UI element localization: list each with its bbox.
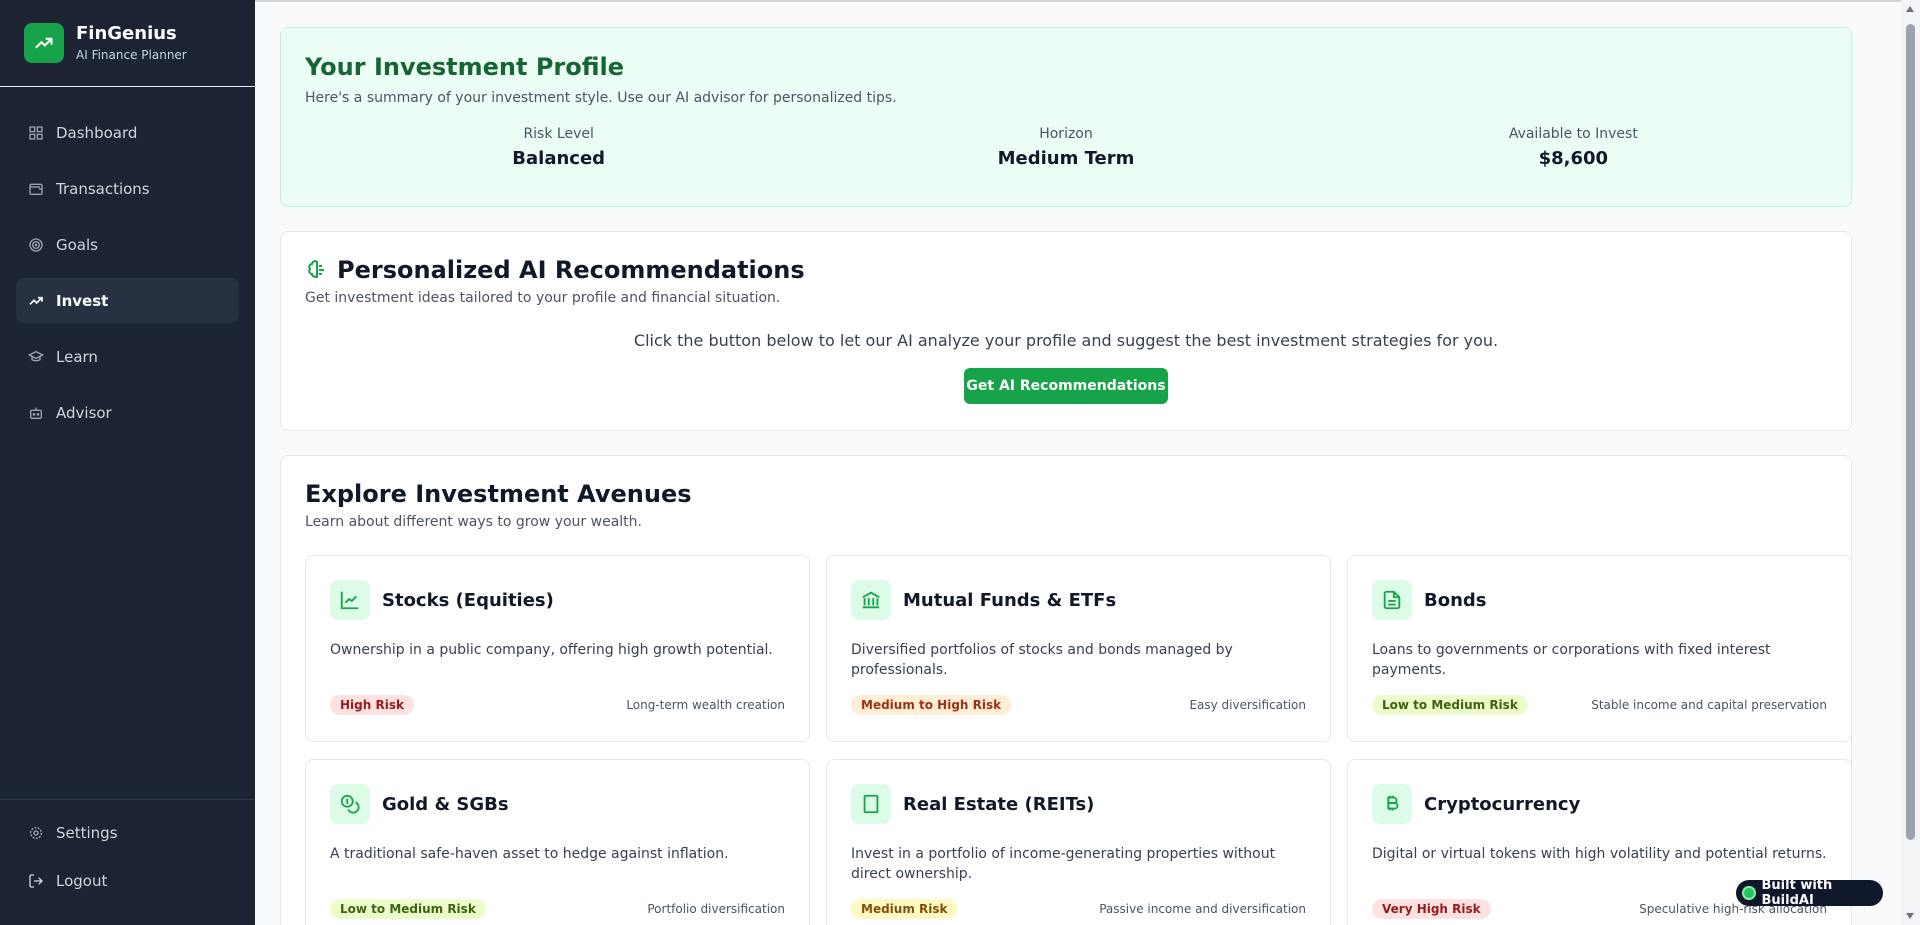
built-with-badge[interactable]: Built with BuildAI	[1736, 878, 1883, 908]
logout-label: Logout	[56, 871, 108, 890]
profile-stats: Risk Level Balanced Horizon Medium Term …	[305, 124, 1827, 169]
graduation-cap-icon	[28, 350, 44, 361]
sidebar-nav: Dashboard Transactions Goals Invest Lear…	[16, 110, 239, 446]
brain-icon	[308, 260, 324, 278]
avenue-description: A traditional safe-haven asset to hedge …	[330, 846, 729, 862]
sidebar-item-advisor[interactable]: Advisor	[16, 390, 239, 435]
gear-icon	[30, 826, 42, 839]
stat-available-to-invest: Available to Invest $8,600	[1320, 124, 1827, 169]
avenue-name: Stocks (Equities)	[382, 589, 554, 611]
avenue-description: Loans to governments or corporations wit…	[1372, 642, 1771, 678]
bot-icon	[30, 407, 42, 419]
stat-risk-level: Risk Level Balanced	[305, 124, 812, 169]
brand-subtitle: AI Finance Planner	[76, 48, 187, 62]
avenue-card-gold[interactable]: Gold & SGBs A traditional safe-haven ass…	[305, 759, 810, 925]
risk-badge: High Risk	[330, 695, 414, 715]
stat-value: Balanced	[512, 148, 606, 169]
sidebar-item-dashboard[interactable]: Dashboard	[16, 110, 239, 155]
profile-title: Your Investment Profile	[305, 53, 625, 81]
risk-badge: Medium to High Risk	[851, 695, 1012, 715]
stat-value: $8,600	[1538, 148, 1609, 169]
avenues-subtitle: Learn about different ways to grow your …	[305, 514, 642, 530]
sidebar-item-label: Dashboard	[56, 123, 138, 142]
avenue-description: Diversified portfolios of stocks and bon…	[851, 642, 1233, 678]
chart-icon	[340, 591, 359, 610]
avenue-note: Portfolio diversification	[647, 902, 785, 916]
sidebar-item-label: Invest	[56, 291, 109, 310]
target-icon	[29, 237, 43, 252]
scrollbar-thumb[interactable]	[1906, 24, 1915, 840]
avenue-card-mutual-funds[interactable]: Mutual Funds & ETFs Diversified portfoli…	[826, 555, 1331, 742]
logout-button[interactable]: Logout	[16, 858, 239, 903]
coins-icon	[340, 794, 360, 814]
avenue-description: Digital or virtual tokens with high vola…	[1372, 846, 1827, 862]
scroll-up-arrow[interactable]	[1906, 6, 1914, 12]
recommendations-subtitle: Get investment ideas tailored to your pr…	[305, 290, 781, 306]
buildai-logo-icon	[1742, 886, 1756, 900]
risk-badge: Low to Medium Risk	[330, 899, 486, 919]
sidebar-item-label: Transactions	[56, 179, 150, 198]
investment-avenues-card: Explore Investment Avenues Learn about d…	[280, 455, 1852, 925]
ai-recommendations-card: Personalized AI Recommendations Get inve…	[280, 231, 1852, 431]
avenue-card-stocks[interactable]: Stocks (Equities) Ownership in a public …	[305, 555, 810, 742]
sidebar-item-learn[interactable]: Learn	[16, 334, 239, 379]
sidebar-item-invest[interactable]: Invest	[16, 278, 239, 323]
avenue-description: Invest in a portfolio of income-generati…	[851, 846, 1276, 882]
grid-icon	[29, 125, 43, 140]
avenue-note: Stable income and capital preservation	[1591, 698, 1827, 712]
recommendations-prompt: Click the button below to let our AI ana…	[633, 331, 1499, 350]
sidebar: FinGenius AI Finance Planner Dashboard T…	[0, 0, 255, 925]
avenues-title: Explore Investment Avenues	[305, 480, 692, 508]
avenue-description: Ownership in a public company, offering …	[330, 642, 773, 658]
avenue-note: Long-term wealth creation	[626, 698, 785, 712]
sidebar-item-transactions[interactable]: Transactions	[16, 166, 239, 211]
stat-label: Risk Level	[523, 126, 594, 142]
wallet-icon	[29, 183, 43, 195]
built-with-label: Built with BuildAI	[1761, 878, 1833, 908]
risk-badge: Low to Medium Risk	[1372, 695, 1528, 715]
stat-label: Horizon	[1039, 126, 1093, 142]
investment-profile-card: Your Investment Profile Here's a summary…	[280, 27, 1852, 207]
stat-horizon: Horizon Medium Term	[812, 124, 1319, 169]
avenue-name: Cryptocurrency	[1424, 793, 1581, 815]
sidebar-footer: Settings Logout	[0, 799, 255, 925]
sidebar-item-label: Learn	[56, 347, 98, 366]
stat-value: Medium Term	[997, 148, 1135, 169]
trending-up-icon	[24, 23, 64, 63]
logout-icon	[29, 873, 43, 888]
document-icon	[1383, 590, 1401, 610]
page-scrollbar[interactable]	[1901, 0, 1920, 925]
settings-label: Settings	[56, 823, 118, 842]
trending-up-icon	[29, 296, 43, 305]
avenue-card-bonds[interactable]: Bonds Loans to governments or corporatio…	[1347, 555, 1852, 742]
landmark-icon	[862, 591, 880, 609]
main-content: Your Investment Profile Here's a summary…	[255, 0, 1901, 925]
avenue-name: Real Estate (REITs)	[903, 793, 1095, 815]
sidebar-item-goals[interactable]: Goals	[16, 222, 239, 267]
building-icon	[863, 794, 879, 814]
bitcoin-icon	[1387, 795, 1399, 811]
avenue-card-real-estate[interactable]: Real Estate (REITs) Invest in a portfoli…	[826, 759, 1331, 925]
avenue-name: Bonds	[1424, 589, 1487, 611]
brand-header: FinGenius AI Finance Planner	[0, 0, 255, 87]
scroll-down-arrow[interactable]	[1906, 913, 1914, 919]
sidebar-item-label: Goals	[56, 235, 98, 254]
risk-badge: Very High Risk	[1372, 899, 1491, 919]
brand-name: FinGenius	[76, 23, 177, 44]
stat-label: Available to Invest	[1508, 126, 1638, 142]
avenue-name: Gold & SGBs	[382, 793, 509, 815]
sidebar-item-label: Advisor	[56, 403, 112, 422]
profile-subtitle: Here's a summary of your investment styl…	[305, 90, 897, 106]
avenue-note: Easy diversification	[1189, 698, 1306, 712]
risk-badge: Medium Risk	[851, 899, 958, 919]
settings-button[interactable]: Settings	[16, 810, 239, 855]
recommendations-title: Personalized AI Recommendations	[337, 256, 805, 284]
avenue-note: Passive income and diversification	[1099, 902, 1306, 916]
get-ai-recommendations-button[interactable]: Get AI Recommendations	[964, 368, 1168, 404]
avenue-name: Mutual Funds & ETFs	[903, 589, 1117, 611]
